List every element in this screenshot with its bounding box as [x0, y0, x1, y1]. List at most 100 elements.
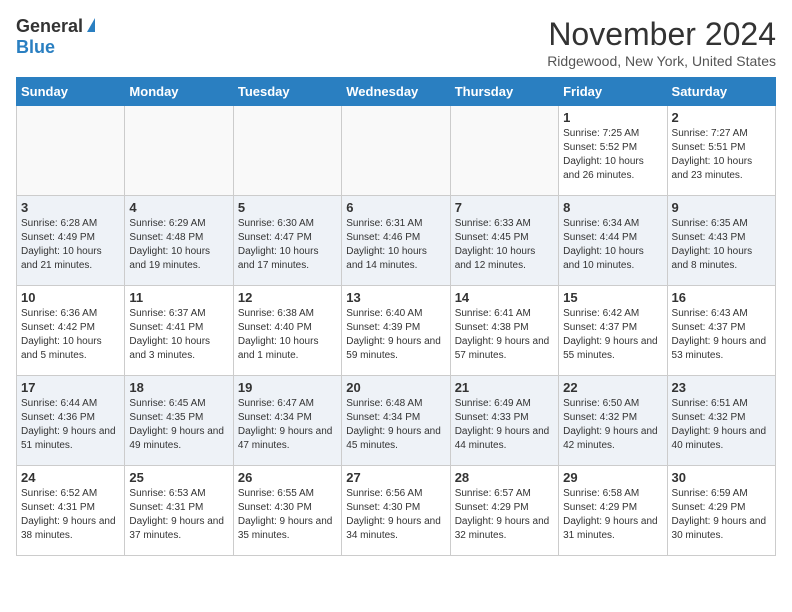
calendar-day-cell: 26 Sunrise: 6:55 AM Sunset: 4:30 PM Dayli… — [233, 466, 341, 556]
calendar-day-cell — [233, 106, 341, 196]
day-info: Sunrise: 6:41 AM Sunset: 4:38 PM Dayligh… — [455, 307, 554, 363]
day-info: Sunrise: 6:34 AM Sunset: 4:44 PM Dayligh… — [563, 217, 662, 273]
day-info: Sunrise: 6:45 AM Sunset: 4:35 PM Dayligh… — [129, 397, 228, 453]
calendar-day-cell — [342, 106, 450, 196]
day-number: 24 — [21, 470, 120, 485]
day-header-wednesday: Wednesday — [342, 78, 450, 106]
day-number: 20 — [346, 380, 445, 395]
calendar-day-cell: 20 Sunrise: 6:48 AM Sunset: 4:34 PM Dayli… — [342, 376, 450, 466]
day-number: 22 — [563, 380, 662, 395]
day-info: Sunrise: 6:43 AM Sunset: 4:37 PM Dayligh… — [672, 307, 771, 363]
day-info: Sunrise: 6:29 AM Sunset: 4:48 PM Dayligh… — [129, 217, 228, 273]
calendar-day-cell: 13Sunrise: 6:40 AM Sunset: 4:39 PM Dayli… — [342, 286, 450, 376]
title-section: November 2024 Ridgewood, New York, Unite… — [547, 16, 776, 69]
calendar-day-cell: 21Sunrise: 6:49 AM Sunset: 4:33 PM Dayli… — [450, 376, 558, 466]
calendar-day-cell: 28Sunrise: 6:57 AM Sunset: 4:29 PM Dayli… — [450, 466, 558, 556]
day-number: 8 — [563, 200, 662, 215]
day-number: 29 — [563, 470, 662, 485]
day-info: Sunrise: 6:36 AM Sunset: 4:42 PM Dayligh… — [21, 307, 120, 363]
calendar-day-cell: 14Sunrise: 6:41 AM Sunset: 4:38 PM Dayli… — [450, 286, 558, 376]
day-info: Sunrise: 6:56 AM Sunset: 4:30 PM Dayligh… — [346, 487, 445, 543]
logo-triangle-icon — [87, 18, 95, 32]
day-info: Sunrise: 6:44 AM Sunset: 4:36 PM Dayligh… — [21, 397, 120, 453]
calendar-header-row: SundayMondayTuesdayWednesdayThursdayFrid… — [17, 78, 776, 106]
day-info: Sunrise: 6:53 AM Sunset: 4:31 PM Dayligh… — [129, 487, 228, 543]
day-info: Sunrise: 6:55 AM Sunset: 4:30 PM Dayligh… — [238, 487, 337, 543]
day-info: Sunrise: 6:40 AM Sunset: 4:39 PM Dayligh… — [346, 307, 445, 363]
calendar-day-cell: 4Sunrise: 6:29 AM Sunset: 4:48 PM Daylig… — [125, 196, 233, 286]
day-header-friday: Friday — [559, 78, 667, 106]
day-number: 23 — [672, 380, 771, 395]
day-info: Sunrise: 6:37 AM Sunset: 4:41 PM Dayligh… — [129, 307, 228, 363]
calendar-week-row: 1Sunrise: 7:25 AM Sunset: 5:52 PM Daylig… — [17, 106, 776, 196]
day-info: Sunrise: 6:59 AM Sunset: 4:29 PM Dayligh… — [672, 487, 771, 543]
calendar-day-cell: 2 Sunrise: 7:27 AM Sunset: 5:51 PM Daylig… — [667, 106, 775, 196]
day-number: 5 — [238, 200, 337, 215]
calendar-day-cell: 8 Sunrise: 6:34 AM Sunset: 4:44 PM Daylig… — [559, 196, 667, 286]
day-number: 9 — [672, 200, 771, 215]
calendar-day-cell: 19 Sunrise: 6:47 AM Sunset: 4:34 PM Dayli… — [233, 376, 341, 466]
day-header-tuesday: Tuesday — [233, 78, 341, 106]
day-info: Sunrise: 6:48 AM Sunset: 4:34 PM Dayligh… — [346, 397, 445, 453]
location-text: Ridgewood, New York, United States — [547, 53, 776, 69]
day-number: 28 — [455, 470, 554, 485]
calendar-table: SundayMondayTuesdayWednesdayThursdayFrid… — [16, 77, 776, 556]
day-header-sunday: Sunday — [17, 78, 125, 106]
calendar-day-cell: 16 Sunrise: 6:43 AM Sunset: 4:37 PM Dayli… — [667, 286, 775, 376]
month-title: November 2024 — [547, 16, 776, 53]
calendar-day-cell: 5 Sunrise: 6:30 AM Sunset: 4:47 PM Daylig… — [233, 196, 341, 286]
day-info: Sunrise: 6:42 AM Sunset: 4:37 PM Dayligh… — [563, 307, 662, 363]
day-number: 12 — [238, 290, 337, 305]
day-number: 21 — [455, 380, 554, 395]
calendar-day-cell: 23 Sunrise: 6:51 AM Sunset: 4:32 PM Dayli… — [667, 376, 775, 466]
calendar-day-cell: 6 Sunrise: 6:31 AM Sunset: 4:46 PM Daylig… — [342, 196, 450, 286]
logo-blue-text: Blue — [16, 37, 55, 58]
day-number: 10 — [21, 290, 120, 305]
day-number: 30 — [672, 470, 771, 485]
calendar-day-cell: 7 Sunrise: 6:33 AM Sunset: 4:45 PM Daylig… — [450, 196, 558, 286]
day-number: 18 — [129, 380, 228, 395]
day-number: 6 — [346, 200, 445, 215]
calendar-day-cell: 29Sunrise: 6:58 AM Sunset: 4:29 PM Dayli… — [559, 466, 667, 556]
calendar-day-cell: 27 Sunrise: 6:56 AM Sunset: 4:30 PM Dayli… — [342, 466, 450, 556]
calendar-day-cell: 24 Sunrise: 6:52 AM Sunset: 4:31 PM Dayli… — [17, 466, 125, 556]
calendar-day-cell: 12Sunrise: 6:38 AM Sunset: 4:40 PM Dayli… — [233, 286, 341, 376]
day-number: 3 — [21, 200, 120, 215]
calendar-day-cell — [125, 106, 233, 196]
day-number: 26 — [238, 470, 337, 485]
day-info: Sunrise: 6:52 AM Sunset: 4:31 PM Dayligh… — [21, 487, 120, 543]
day-number: 2 — [672, 110, 771, 125]
calendar-day-cell — [450, 106, 558, 196]
day-info: Sunrise: 6:31 AM Sunset: 4:46 PM Dayligh… — [346, 217, 445, 273]
calendar-day-cell: 11 Sunrise: 6:37 AM Sunset: 4:41 PM Dayli… — [125, 286, 233, 376]
calendar-day-cell: 18 Sunrise: 6:45 AM Sunset: 4:35 PM Dayli… — [125, 376, 233, 466]
day-info: Sunrise: 6:33 AM Sunset: 4:45 PM Dayligh… — [455, 217, 554, 273]
day-number: 15 — [563, 290, 662, 305]
day-number: 27 — [346, 470, 445, 485]
calendar-day-cell: 25Sunrise: 6:53 AM Sunset: 4:31 PM Dayli… — [125, 466, 233, 556]
day-info: Sunrise: 6:30 AM Sunset: 4:47 PM Dayligh… — [238, 217, 337, 273]
day-info: Sunrise: 6:50 AM Sunset: 4:32 PM Dayligh… — [563, 397, 662, 453]
day-number: 1 — [563, 110, 662, 125]
calendar-day-cell: 22 Sunrise: 6:50 AM Sunset: 4:32 PM Dayli… — [559, 376, 667, 466]
day-number: 11 — [129, 290, 228, 305]
calendar-week-row: 3 Sunrise: 6:28 AM Sunset: 4:49 PM Daylig… — [17, 196, 776, 286]
logo-general-text: General — [16, 16, 83, 37]
day-info: Sunrise: 6:51 AM Sunset: 4:32 PM Dayligh… — [672, 397, 771, 453]
day-info: Sunrise: 6:47 AM Sunset: 4:34 PM Dayligh… — [238, 397, 337, 453]
day-header-saturday: Saturday — [667, 78, 775, 106]
day-info: Sunrise: 6:28 AM Sunset: 4:49 PM Dayligh… — [21, 217, 120, 273]
calendar-day-cell: 15 Sunrise: 6:42 AM Sunset: 4:37 PM Dayli… — [559, 286, 667, 376]
day-number: 19 — [238, 380, 337, 395]
day-number: 17 — [21, 380, 120, 395]
day-number: 7 — [455, 200, 554, 215]
calendar-week-row: 17 Sunrise: 6:44 AM Sunset: 4:36 PM Dayli… — [17, 376, 776, 466]
calendar-week-row: 24 Sunrise: 6:52 AM Sunset: 4:31 PM Dayli… — [17, 466, 776, 556]
day-header-monday: Monday — [125, 78, 233, 106]
calendar-day-cell: 3 Sunrise: 6:28 AM Sunset: 4:49 PM Daylig… — [17, 196, 125, 286]
calendar-day-cell — [17, 106, 125, 196]
logo: General Blue — [16, 16, 95, 58]
day-info: Sunrise: 6:35 AM Sunset: 4:43 PM Dayligh… — [672, 217, 771, 273]
day-info: Sunrise: 7:27 AM Sunset: 5:51 PM Dayligh… — [672, 127, 771, 183]
day-number: 16 — [672, 290, 771, 305]
